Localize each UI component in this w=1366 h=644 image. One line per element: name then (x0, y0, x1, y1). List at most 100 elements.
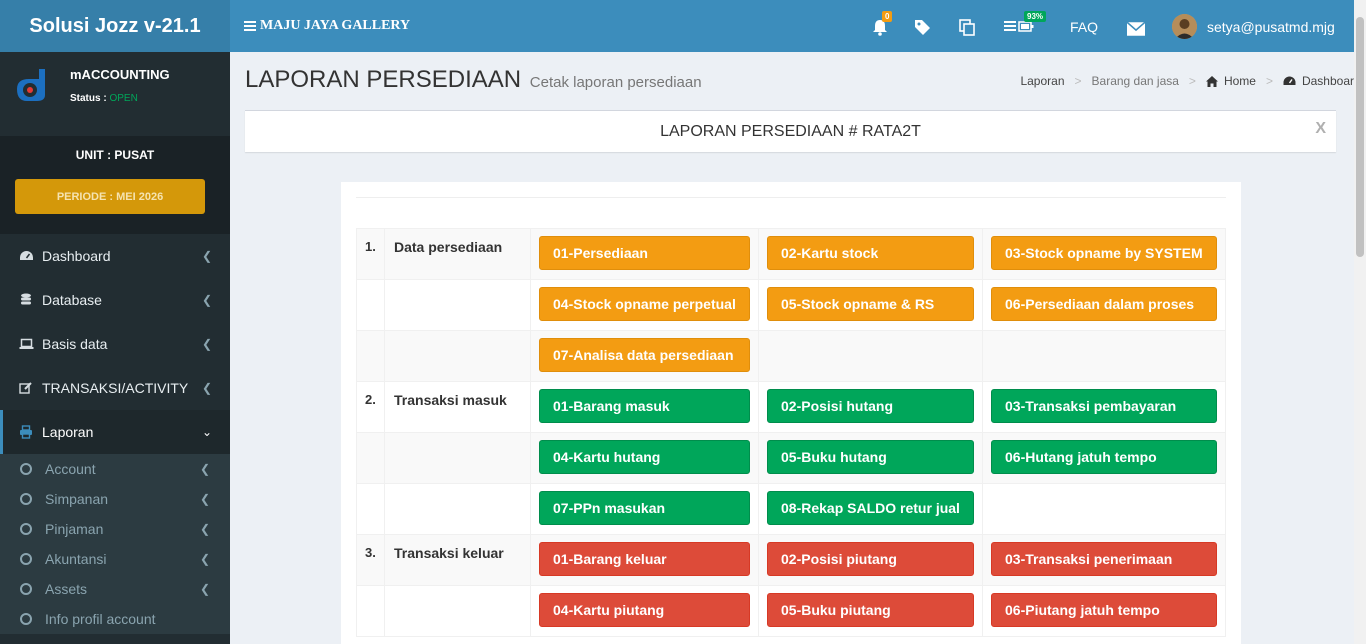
submenu-item-label: Pinjaman (45, 521, 104, 537)
report-button[interactable]: 04-Stock opname perpetual (539, 287, 750, 321)
sidebar-item-label: Dashboard (42, 248, 111, 264)
report-button[interactable]: 05-Stock opname & RS (767, 287, 974, 321)
submenu-item-akuntansi[interactable]: Akuntansi ❮ (0, 544, 230, 574)
top-navbar: MAJU JAYA GALLERY 0 93% FAQ setya@pusatm… (230, 0, 1366, 52)
sidebar-item-label: TRANSAKSI/ACTIVITY (42, 380, 189, 396)
report-button[interactable]: 02-Posisi piutang (767, 542, 974, 576)
report-button[interactable]: 06-Hutang jatuh tempo (991, 440, 1217, 474)
breadcrumb-barang-jasa[interactable]: Barang dan jasa (1092, 74, 1179, 88)
battery-icon (1004, 21, 1034, 32)
submenu-item-label: Akuntansi (45, 551, 107, 567)
sidebar-item-transaksi[interactable]: TRANSAKSI/ACTIVITY ❮ (0, 366, 230, 410)
submenu-item-info-profil[interactable]: Info profil account (0, 604, 230, 634)
chevron-left-icon: ❮ (199, 552, 210, 566)
user-email: setya@pusatmd.mjg (1207, 18, 1335, 35)
circle-icon (20, 523, 32, 535)
table-row: 2. Transaksi masuk 01-Barang masuk 02-Po… (356, 381, 1226, 433)
section-label: Transaksi masuk (384, 381, 531, 433)
scrollbar-thumb[interactable] (1356, 17, 1364, 257)
submenu-item-assets[interactable]: Assets ❮ (0, 574, 230, 604)
user-account-menu[interactable]: setya@pusatmd.mjg (1172, 14, 1335, 39)
table-row: 04-Kartu piutang 05-Buku piutang 06-Piut… (356, 585, 1226, 637)
sidebar-item-laporan[interactable]: Laporan ⌄ (0, 410, 230, 454)
submenu-item-account[interactable]: Account ❮ (0, 454, 230, 484)
table-row: 3. Transaksi keluar 01-Barang keluar 02-… (356, 534, 1226, 586)
section-number: 3. (356, 534, 385, 586)
chevron-left-icon: ❮ (201, 381, 212, 395)
report-button[interactable]: 01-Persediaan (539, 236, 750, 270)
report-button[interactable]: 03-Stock opname by SYSTEM (991, 236, 1217, 270)
envelope-icon[interactable] (1127, 20, 1145, 38)
sidebar-item-label: Basis data (42, 336, 108, 352)
circle-icon (20, 493, 32, 505)
close-button[interactable]: X (1315, 120, 1326, 138)
report-button[interactable]: 07-Analisa data persediaan (539, 338, 750, 372)
brand[interactable]: MAJU JAYA GALLERY (244, 18, 410, 34)
app-logo-title[interactable]: Solusi Jozz v-21.1 (0, 0, 230, 52)
periode-button[interactable]: PERIODE : MEI 2026 (15, 179, 205, 214)
notification-button[interactable]: 0 (870, 11, 893, 38)
sidebar: Solusi Jozz v-21.1 mACCOUNTING Status : … (0, 0, 230, 644)
section-label: Transaksi keluar (384, 534, 531, 586)
edit-icon (18, 380, 34, 396)
report-button[interactable]: 08-Rekap SALDO retur jual (767, 491, 974, 525)
report-button[interactable]: 02-Posisi hutang (767, 389, 974, 423)
table-row: 07-PPn masukan 08-Rekap SALDO retur jual (356, 483, 1226, 535)
submenu-item-label: Account (45, 461, 96, 477)
table-row: 04-Stock opname perpetual 05-Stock opnam… (356, 279, 1226, 331)
report-button[interactable]: 03-Transaksi pembayaran (991, 389, 1217, 423)
report-button[interactable]: 05-Buku piutang (767, 593, 974, 627)
report-button[interactable]: 06-Persediaan dalam proses (991, 287, 1217, 321)
dashboard-icon (1283, 76, 1296, 85)
report-button[interactable]: 04-Kartu hutang (539, 440, 750, 474)
battery-badge: 93% (1024, 11, 1047, 22)
report-button[interactable]: 01-Barang masuk (539, 389, 750, 423)
chevron-left-icon: ❮ (199, 582, 210, 596)
notification-badge: 0 (882, 11, 893, 22)
dashboard-icon (18, 248, 34, 264)
section-number: 1. (356, 228, 385, 280)
submenu-item-simpanan[interactable]: Simpanan ❮ (0, 484, 230, 514)
unit-box: UNIT : PUSAT PERIODE : MEI 2026 (0, 136, 230, 234)
report-button[interactable]: 02-Kartu stock (767, 236, 974, 270)
report-button[interactable]: 06-Piutang jatuh tempo (991, 593, 1217, 627)
table-row: 1. Data persediaan 01-Persediaan 02-Kart… (356, 228, 1226, 280)
copy-icon[interactable] (958, 18, 976, 36)
report-button[interactable]: 07-PPn masukan (539, 491, 750, 525)
page-scrollbar[interactable] (1354, 0, 1366, 644)
sidebar-item-database[interactable]: Database ❮ (0, 278, 230, 322)
divider (356, 197, 1226, 198)
submenu-item-pinjaman[interactable]: Pinjaman ❮ (0, 514, 230, 544)
circle-icon (20, 613, 32, 625)
breadcrumb-dashboard[interactable]: Dashboar (1302, 74, 1354, 88)
report-banner-title: LAPORAN PERSEDIAAN # RATA2T (660, 123, 921, 140)
breadcrumb-separator: > (1265, 74, 1273, 88)
submenu-item-label: Assets (45, 581, 88, 597)
circle-icon (20, 463, 32, 475)
battery-button[interactable]: 93% (1002, 11, 1047, 38)
chevron-left-icon: ❮ (199, 492, 210, 506)
report-panel: 1. Data persediaan 01-Persediaan 02-Kart… (341, 182, 1241, 644)
status-label: Status : (70, 93, 107, 104)
database-icon (18, 292, 34, 308)
breadcrumb-home[interactable]: Home (1224, 74, 1256, 88)
chevron-left-icon: ❮ (201, 249, 212, 263)
report-button[interactable]: 01-Barang keluar (539, 542, 750, 576)
report-button[interactable]: 04-Kartu piutang (539, 593, 750, 627)
breadcrumb-separator: > (1188, 74, 1196, 88)
breadcrumb-separator: > (1074, 74, 1082, 88)
circle-icon (20, 583, 32, 595)
faq-link[interactable]: FAQ (1070, 19, 1098, 35)
sidebar-item-label: Database (42, 292, 102, 308)
hamburger-icon[interactable] (244, 19, 256, 33)
chevron-left-icon: ❮ (199, 522, 210, 536)
sidebar-item-basis-data[interactable]: Basis data ❮ (0, 322, 230, 366)
breadcrumb-laporan[interactable]: Laporan (1020, 74, 1064, 88)
sidebar-item-dashboard[interactable]: Dashboard ❮ (0, 234, 230, 278)
page-title-text: LAPORAN PERSEDIAAN (245, 66, 522, 93)
report-button[interactable]: 03-Transaksi penerimaan (991, 542, 1217, 576)
tags-icon[interactable] (914, 18, 932, 36)
breadcrumb: Laporan > Barang dan jasa > Home > Dashb… (1020, 74, 1354, 88)
report-button[interactable]: 05-Buku hutang (767, 440, 974, 474)
table-row: 07-Analisa data persediaan (356, 330, 1226, 382)
